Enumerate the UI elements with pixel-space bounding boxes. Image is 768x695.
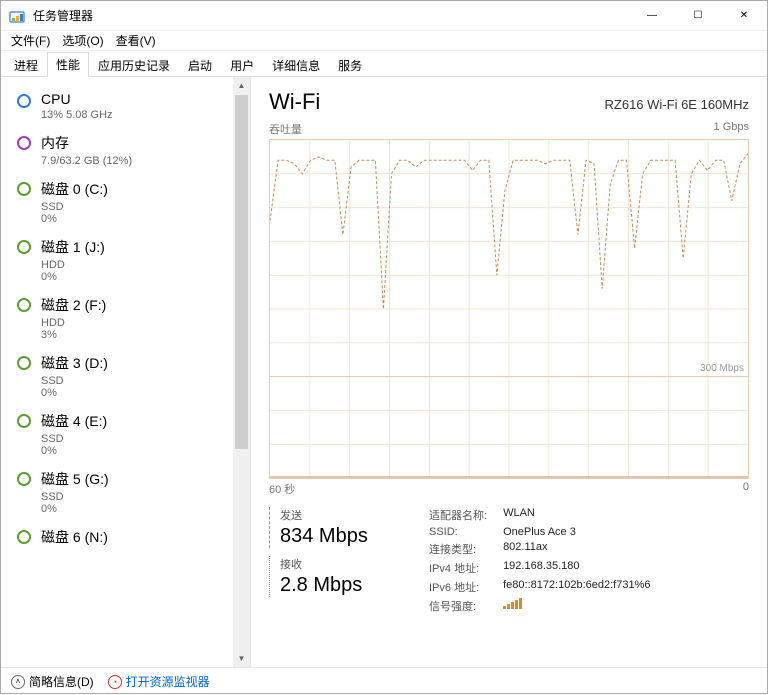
fewer-details-label: 简略信息(D): [29, 673, 94, 690]
throughput-chart: 300 Mbps: [269, 139, 749, 479]
scroll-down-icon[interactable]: ▼: [233, 650, 250, 667]
performance-sidebar: CPU 13% 5.08 GHz 内存 7.9/63.2 GB (12%) 磁盘 0 (…: [1, 77, 251, 667]
mem-ring-icon: [17, 136, 31, 150]
tab-startup[interactable]: 启动: [179, 53, 221, 77]
disk-ring-icon: [17, 530, 31, 544]
signal-bars-icon: [503, 598, 522, 609]
minimize-button[interactable]: —: [629, 1, 675, 31]
sidebar-item-sub: SSD 0%: [41, 433, 107, 457]
disk-ring-icon: [17, 472, 31, 486]
menubar: 文件(F) 选项(O) 查看(V): [1, 31, 767, 51]
sidebar-item-disk-8[interactable]: 磁盘 6 (N:): [1, 521, 250, 555]
val-signal: [503, 598, 650, 614]
disk-ring-icon: [17, 240, 31, 254]
menu-options[interactable]: 选项(O): [56, 30, 109, 51]
sidebar-item-disk-5[interactable]: 磁盘 3 (D:)SSD 0%: [1, 347, 250, 405]
menu-view[interactable]: 查看(V): [110, 30, 162, 51]
resmon-icon: ◔: [108, 675, 122, 689]
lbl-conn-type: 连接类型:: [429, 541, 487, 557]
open-resmon-link[interactable]: ◔ 打开资源监视器: [108, 673, 210, 690]
lbl-ipv4: IPv4 地址:: [429, 560, 487, 576]
send-value: 834 Mbps: [280, 525, 399, 548]
tab-users[interactable]: 用户: [221, 53, 263, 77]
open-resmon-label: 打开资源监视器: [126, 673, 210, 690]
disk-ring-icon: [17, 298, 31, 312]
sidebar-item-sub: HDD 0%: [41, 259, 105, 283]
tab-details[interactable]: 详细信息: [263, 53, 329, 77]
tab-app-history[interactable]: 应用历史记录: [89, 53, 179, 77]
scroll-up-icon[interactable]: ▲: [233, 77, 250, 94]
maximize-button[interactable]: ☐: [675, 1, 721, 31]
chart-ylabel: 吞吐量: [269, 121, 302, 137]
disk-ring-icon: [17, 182, 31, 196]
disk-ring-icon: [17, 414, 31, 428]
val-adapter-name: WLAN: [503, 507, 650, 523]
menu-file[interactable]: 文件(F): [5, 30, 56, 51]
sidebar-item-sub: SSD 0%: [41, 201, 108, 225]
lbl-signal: 信号强度:: [429, 598, 487, 614]
cpu-ring-icon: [17, 94, 31, 108]
lbl-adapter-name: 适配器名称:: [429, 507, 487, 523]
app-icon: [9, 8, 25, 24]
recv-value: 2.8 Mbps: [280, 574, 399, 597]
window-title: 任务管理器: [33, 7, 93, 24]
detail-pane: Wi-Fi RZ616 Wi-Fi 6E 160MHz 吞吐量 1 Gbps 3…: [251, 77, 767, 667]
sidebar-item-disk-3[interactable]: 磁盘 1 (J:)HDD 0%: [1, 231, 250, 289]
close-button[interactable]: ✕: [721, 1, 767, 31]
tab-processes[interactable]: 进程: [5, 53, 47, 77]
sidebar-scrollbar[interactable]: ▲ ▼: [233, 77, 250, 667]
sidebar-item-disk-2[interactable]: 磁盘 0 (C:)SSD 0%: [1, 173, 250, 231]
sidebar-item-sub: SSD 0%: [41, 491, 109, 515]
disk-ring-icon: [17, 356, 31, 370]
val-conn-type: 802.11ax: [503, 541, 650, 557]
send-caption: 发送: [280, 507, 399, 523]
detail-adapter: RZ616 Wi-Fi 6E 160MHz: [605, 97, 749, 112]
sidebar-item-name: 磁盘 4 (E:): [41, 411, 107, 431]
val-ssid: OnePlus Ace 3: [503, 526, 650, 538]
sidebar-item-name: 磁盘 6 (N:): [41, 527, 108, 547]
sidebar-item-disk-4[interactable]: 磁盘 2 (F:)HDD 3%: [1, 289, 250, 347]
sidebar-item-sub: 13% 5.08 GHz: [41, 109, 113, 121]
sidebar-item-name: 磁盘 0 (C:): [41, 179, 108, 199]
tabstrip: 进程 性能 应用历史记录 启动 用户 详细信息 服务: [1, 51, 767, 77]
titlebar: 任务管理器 — ☐ ✕: [1, 1, 767, 31]
sidebar-item-cpu[interactable]: CPU 13% 5.08 GHz: [1, 85, 250, 127]
chart-ymax: 1 Gbps: [714, 121, 749, 137]
chart-gridline-label: 300 Mbps: [700, 363, 744, 374]
chevron-up-icon: ˄: [11, 675, 25, 689]
lbl-ssid: SSID:: [429, 526, 487, 538]
sidebar-item-sub: HDD 3%: [41, 317, 106, 341]
footer: ˄ 简略信息(D) ◔ 打开资源监视器: [1, 667, 767, 695]
sidebar-item-name: CPU: [41, 91, 113, 107]
chart-xright: 0: [743, 481, 749, 497]
sidebar-item-name: 磁盘 1 (J:): [41, 237, 105, 257]
sidebar-item-sub: SSD 0%: [41, 375, 108, 399]
tab-performance[interactable]: 性能: [47, 52, 89, 77]
sidebar-item-name: 磁盘 3 (D:): [41, 353, 108, 373]
sidebar-item-name: 磁盘 5 (G:): [41, 469, 109, 489]
sidebar-item-name: 磁盘 2 (F:): [41, 295, 106, 315]
sidebar-item-disk-7[interactable]: 磁盘 5 (G:)SSD 0%: [1, 463, 250, 521]
network-info-grid: 适配器名称: WLAN SSID: OnePlus Ace 3 连接类型: 80…: [429, 507, 650, 614]
detail-title: Wi-Fi: [269, 89, 320, 115]
sidebar-item-memory[interactable]: 内存 7.9/63.2 GB (12%): [1, 127, 250, 173]
scroll-thumb[interactable]: [235, 95, 248, 449]
recv-caption: 接收: [280, 556, 399, 572]
lbl-ipv6: IPv6 地址:: [429, 579, 487, 595]
tab-services[interactable]: 服务: [329, 53, 371, 77]
fewer-details-link[interactable]: ˄ 简略信息(D): [11, 673, 94, 690]
chart-xleft: 60 秒: [269, 481, 295, 497]
sidebar-item-sub: 7.9/63.2 GB (12%): [41, 155, 132, 167]
val-ipv6: fe80::8172:102b:6ed2:f731%6: [503, 579, 650, 595]
sidebar-item-disk-6[interactable]: 磁盘 4 (E:)SSD 0%: [1, 405, 250, 463]
val-ipv4: 192.168.35.180: [503, 560, 650, 576]
sidebar-item-name: 内存: [41, 133, 132, 153]
